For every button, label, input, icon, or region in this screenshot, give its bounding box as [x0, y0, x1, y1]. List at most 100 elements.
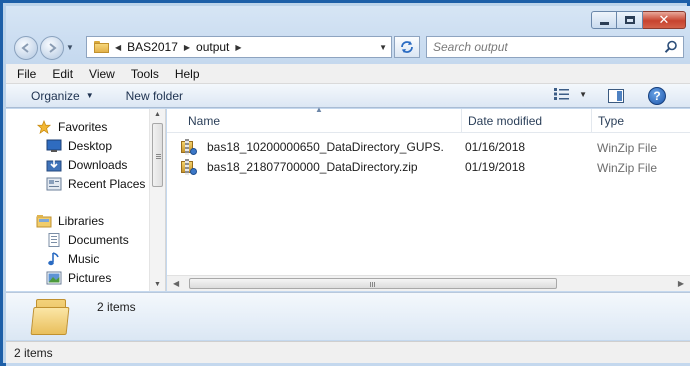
search-box[interactable]: [426, 36, 684, 58]
nav-favorites[interactable]: Favorites: [36, 120, 107, 134]
organize-button[interactable]: Organize ▼: [25, 89, 100, 103]
status-item-count: 2 items: [14, 346, 53, 360]
window-frame: ✕ ▼ ◀ BAS2017 ▶ output ▶ ▼ Search output…: [0, 0, 690, 366]
horizontal-scrollbar[interactable]: ◀ ▶: [167, 275, 690, 291]
file-row[interactable]: bas18_21807700000_DataDirectory.zip 01/1…: [181, 158, 601, 176]
star-icon: [36, 120, 52, 134]
address-dropdown-icon[interactable]: ▼: [379, 43, 387, 52]
navigation-bar: ▼ ◀ BAS2017 ▶ output ▶ ▼: [12, 34, 684, 60]
column-date-header[interactable]: Date modified: [468, 114, 542, 128]
organize-label: Organize: [31, 88, 80, 103]
back-arrow-icon: [21, 43, 29, 53]
menu-tools[interactable]: Tools: [131, 67, 159, 81]
downloads-icon: [46, 159, 62, 172]
scroll-down-icon[interactable]: ▼: [154, 281, 161, 288]
caption-buttons: ✕: [591, 11, 686, 29]
pictures-icon: [46, 271, 62, 285]
preview-pane-button[interactable]: [608, 89, 624, 103]
view-details-icon: [554, 88, 570, 100]
change-view-button[interactable]: ▼: [554, 88, 587, 100]
recent-pages-chevron-icon[interactable]: ▼: [66, 43, 74, 52]
file-list-pane: ▲ Name Date modified Type bas18_10200000…: [167, 105, 690, 291]
close-button[interactable]: ✕: [643, 11, 686, 29]
documents-icon: [48, 233, 60, 247]
nav-libraries[interactable]: Libraries: [36, 214, 104, 228]
forward-arrow-icon: [49, 43, 57, 53]
desktop-icon: [46, 139, 62, 152]
music-note-icon: [48, 252, 59, 266]
search-icon[interactable]: [664, 40, 678, 54]
column-name-header[interactable]: Name: [188, 114, 220, 128]
folder-icon: [30, 297, 70, 337]
chevron-down-icon[interactable]: ▼: [579, 90, 587, 99]
breadcrumb-separator-icon[interactable]: ▶: [235, 43, 241, 52]
sort-ascending-icon: ▲: [315, 105, 323, 114]
breadcrumb-bas2017[interactable]: BAS2017: [127, 40, 178, 54]
maximize-icon: [624, 16, 635, 24]
file-name: bas18_10200000650_DataDirectory_GUPS...: [207, 140, 443, 154]
status-bar: 2 items: [6, 341, 690, 363]
menu-view[interactable]: View: [89, 67, 115, 81]
search-input[interactable]: [433, 40, 653, 54]
nav-downloads-label: Downloads: [68, 158, 128, 172]
menu-file[interactable]: File: [17, 67, 36, 81]
libraries-icon: [36, 215, 52, 228]
menu-edit[interactable]: Edit: [52, 67, 73, 81]
new-folder-button[interactable]: New folder: [120, 89, 189, 103]
menu-help[interactable]: Help: [175, 67, 200, 81]
zip-file-icon: [181, 159, 197, 175]
nav-pane-scrollbar[interactable]: ▲ ▼: [149, 109, 165, 291]
navigation-pane: Favorites Desktop Downloads Recent Place…: [6, 109, 166, 291]
command-bar: Organize ▼ New folder ▼ ?: [6, 84, 690, 108]
nav-scroll-thumb[interactable]: [152, 123, 163, 187]
details-pane: 2 items: [6, 292, 690, 340]
minimize-icon: [599, 22, 609, 25]
maximize-button[interactable]: [617, 11, 643, 29]
breadcrumb-separator-icon[interactable]: ▶: [184, 43, 190, 52]
horizontal-scroll-thumb[interactable]: [189, 278, 557, 289]
column-divider: [461, 109, 462, 133]
nav-desktop-label: Desktop: [68, 139, 113, 153]
zip-file-icon: [181, 139, 197, 155]
nav-music-label: Music: [68, 252, 100, 266]
explorer-window: ✕ ▼ ◀ BAS2017 ▶ output ▶ ▼ Search output…: [6, 6, 690, 366]
nav-desktop[interactable]: Desktop: [46, 139, 112, 153]
chevron-down-icon: ▼: [85, 91, 94, 100]
details-item-count: 2 items: [97, 300, 136, 314]
close-icon: ✕: [658, 12, 670, 28]
column-divider: [591, 109, 592, 133]
scroll-left-icon[interactable]: ◀: [173, 279, 179, 288]
nav-pictures-label: Pictures: [68, 271, 112, 285]
file-date: 01/19/2018: [465, 160, 526, 174]
column-header-row: ▲ Name Date modified Type: [167, 105, 690, 133]
nav-music[interactable]: Music: [46, 252, 99, 266]
file-type: WinZip File: [597, 161, 658, 175]
file-row[interactable]: bas18_10200000650_DataDirectory_GUPS... …: [181, 138, 601, 156]
nav-recent-places[interactable]: Recent Places: [46, 177, 145, 191]
nav-favorites-label: Favorites: [58, 120, 108, 134]
breadcrumb-output[interactable]: output: [196, 40, 229, 54]
column-type-header[interactable]: Type: [598, 114, 624, 128]
nav-documents-label: Documents: [68, 233, 129, 247]
file-date: 01/16/2018: [465, 140, 526, 154]
breadcrumb-separator-icon[interactable]: ◀: [115, 43, 121, 52]
nav-recent-places-label: Recent Places: [68, 177, 146, 191]
file-name: bas18_21807700000_DataDirectory.zip: [207, 160, 418, 174]
file-type: WinZip File: [597, 141, 658, 155]
nav-documents[interactable]: Documents: [46, 233, 129, 247]
menu-bar: File Edit View Tools Help: [6, 64, 690, 84]
folder-icon: [94, 41, 109, 53]
help-icon[interactable]: ?: [648, 87, 666, 105]
nav-pictures[interactable]: Pictures: [46, 271, 111, 285]
scroll-up-icon[interactable]: ▲: [154, 111, 161, 118]
recent-places-icon: [46, 177, 62, 191]
minimize-button[interactable]: [591, 11, 617, 29]
nav-libraries-label: Libraries: [58, 214, 105, 228]
address-bar[interactable]: ◀ BAS2017 ▶ output ▶ ▼: [86, 36, 392, 58]
nav-downloads[interactable]: Downloads: [46, 158, 127, 172]
back-button[interactable]: [14, 36, 38, 60]
refresh-icon: [401, 41, 413, 53]
forward-button[interactable]: [40, 36, 64, 60]
scroll-right-icon[interactable]: ▶: [678, 279, 684, 288]
refresh-button[interactable]: [394, 36, 420, 58]
